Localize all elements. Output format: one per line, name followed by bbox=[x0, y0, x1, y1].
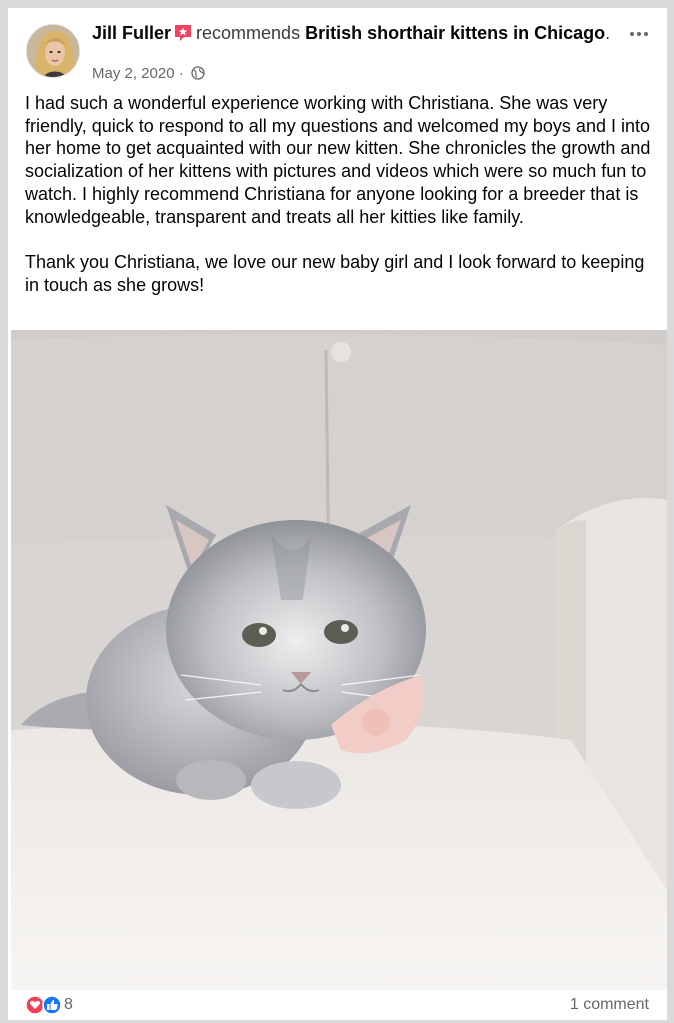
post-photo-kitten[interactable] bbox=[11, 330, 667, 990]
recommend-icon bbox=[174, 24, 192, 42]
date-separator: · bbox=[178, 65, 184, 82]
post-header: Jill Fuller recommends British shorthair … bbox=[8, 8, 667, 94]
more-options-icon[interactable] bbox=[627, 26, 651, 42]
love-icon bbox=[25, 995, 45, 1015]
author-avatar[interactable] bbox=[26, 24, 80, 78]
post-body: I had such a wonderful experience workin… bbox=[25, 93, 651, 295]
recommend-verb: recommends bbox=[196, 23, 301, 43]
author-name[interactable]: Jill Fuller bbox=[92, 23, 171, 43]
like-icon bbox=[42, 995, 62, 1015]
post-footer: 8 1 comment bbox=[8, 990, 667, 1020]
post-meta: May 2, 2020 · bbox=[92, 65, 205, 83]
title-period: . bbox=[605, 23, 611, 43]
post-title-line: Jill Fuller recommends British shorthair … bbox=[92, 22, 612, 44]
page-name[interactable]: British shorthair kittens in Chicago bbox=[305, 23, 605, 43]
globe-icon bbox=[191, 66, 205, 80]
post-card: Jill Fuller recommends British shorthair … bbox=[8, 8, 667, 1020]
reaction-count: 8 bbox=[64, 996, 73, 1013]
post-date[interactable]: May 2, 2020 bbox=[92, 65, 175, 82]
comment-count-link[interactable]: 1 comment bbox=[570, 996, 649, 1014]
